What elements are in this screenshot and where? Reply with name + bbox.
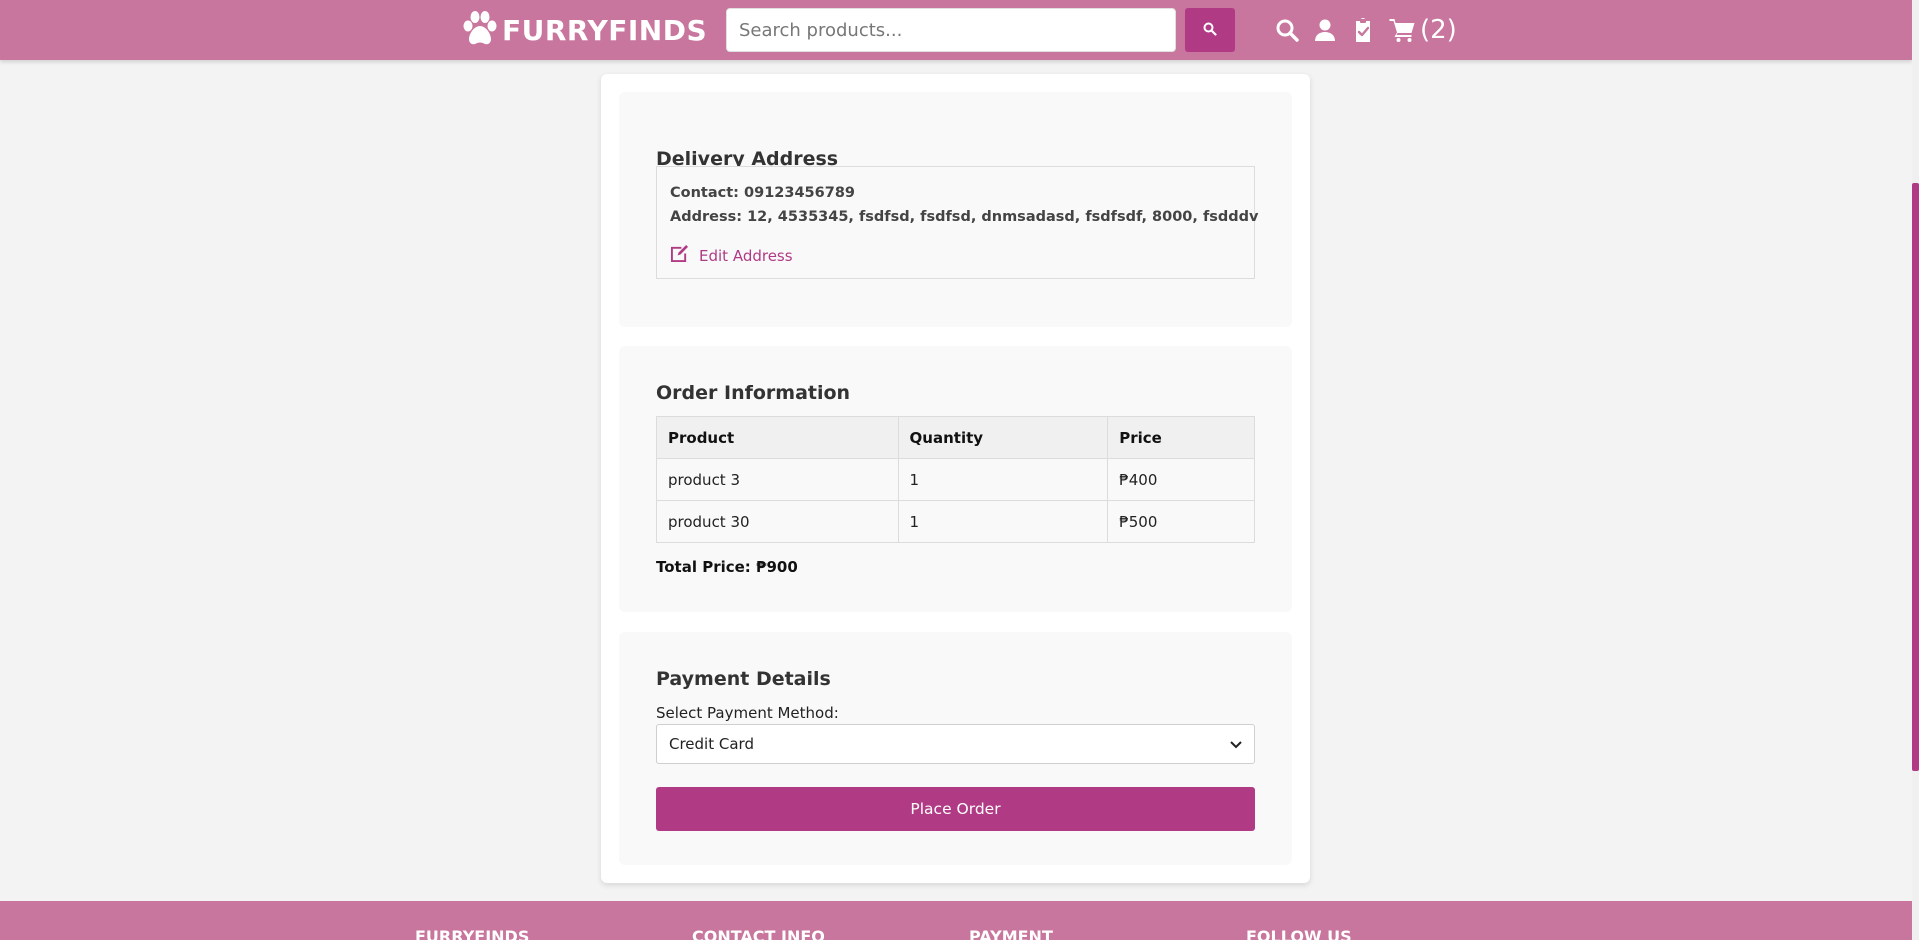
- chevron-down-icon: [1230, 735, 1242, 753]
- footer-heading: CONTACT INFO: [692, 927, 825, 940]
- edit-address-link[interactable]: Edit Address: [670, 245, 793, 267]
- search-input[interactable]: [726, 8, 1176, 52]
- user-icon[interactable]: [1313, 18, 1337, 42]
- column-header: Product: [656, 416, 899, 459]
- footer-heading: FURRYFINDS: [415, 927, 530, 940]
- quantity-cell: 1: [897, 458, 1109, 501]
- payment-details-section: Payment Details Select Payment Method: C…: [619, 632, 1292, 865]
- delivery-address-section: Delivery Address Contact: 09123456789 Ad…: [619, 92, 1292, 327]
- site-logo[interactable]: FURRYFINDS: [460, 10, 707, 50]
- table-row: product 3 1 ₱400: [656, 458, 1255, 501]
- footer-heading: FOLLOW US: [1246, 927, 1352, 940]
- contact-text: Contact: 09123456789: [670, 185, 855, 201]
- place-order-button[interactable]: Place Order: [656, 787, 1255, 831]
- search-button[interactable]: [1185, 8, 1235, 52]
- product-cell: product 30: [656, 500, 899, 543]
- search-icon[interactable]: [1275, 18, 1299, 42]
- table-row: product 30 1 ₱500: [656, 500, 1255, 543]
- checkout-card: Delivery Address Contact: 09123456789 Ad…: [601, 74, 1310, 883]
- paw-icon: [460, 9, 500, 51]
- total-price: Total Price: ₱900: [656, 558, 798, 576]
- footer-heading: PAYMENT: [969, 927, 1053, 940]
- edit-address-label: Edit Address: [699, 247, 793, 265]
- order-information-section: Order Information Product Quantity Price…: [619, 346, 1292, 612]
- column-header: Price: [1107, 416, 1255, 459]
- cart-count[interactable]: (2): [1420, 15, 1457, 45]
- search-icon: [1203, 22, 1217, 39]
- address-box: Contact: 09123456789 Address: 12, 453534…: [656, 166, 1259, 279]
- price-cell: ₱500: [1107, 500, 1255, 543]
- cart-icon[interactable]: [1389, 18, 1416, 42]
- scrollbar-thumb[interactable]: [1912, 183, 1919, 771]
- edit-icon: [670, 245, 699, 267]
- table-header-row: Product Quantity Price: [656, 416, 1255, 459]
- logo-text: FURRYFINDS: [502, 13, 708, 47]
- nav-icons: (2): [1275, 14, 1457, 46]
- section-title: Order Information: [656, 382, 851, 404]
- payment-method-select[interactable]: Credit Card: [656, 724, 1255, 764]
- selected-payment-method: Credit Card: [669, 735, 754, 753]
- section-title: Payment Details: [656, 668, 831, 690]
- column-header: Quantity: [897, 416, 1109, 459]
- quantity-cell: 1: [897, 500, 1109, 543]
- orders-clipboard-icon[interactable]: [1351, 18, 1375, 42]
- product-cell: product 3: [656, 458, 899, 501]
- order-table: Product Quantity Price product 3 1 ₱400 …: [656, 416, 1255, 543]
- price-cell: ₱400: [1107, 458, 1255, 501]
- site-footer: FURRYFINDS CONTACT INFO PAYMENT FOLLOW U…: [0, 901, 1912, 940]
- address-text: Address: 12, 4535345, fsdfsd, fsdfsd, dn…: [670, 209, 1259, 225]
- top-navbar: FURRYFINDS (2): [0, 0, 1912, 60]
- payment-method-label: Select Payment Method:: [656, 704, 839, 722]
